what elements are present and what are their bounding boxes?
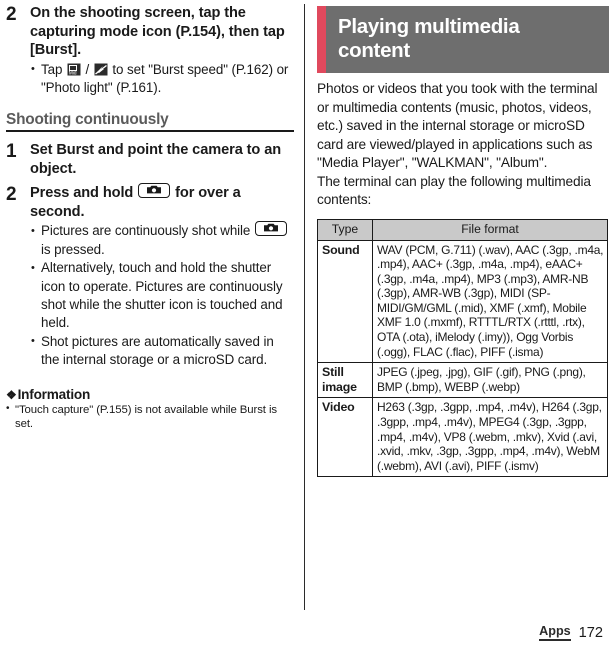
table-row: Still image JPEG (.jpeg, .jpg), GIF (.gi… xyxy=(317,362,608,399)
bullet-text-after: is pressed. xyxy=(41,241,105,257)
diamond-icon: ❖ xyxy=(6,387,17,402)
column-header-file-format: File format xyxy=(372,218,608,241)
list-item: Pictures are continuously shot while is … xyxy=(30,221,294,259)
cell-type: Sound xyxy=(317,239,373,364)
right-column: Playing multimedia content Photos or vid… xyxy=(317,6,609,478)
table-header-row: Type File format xyxy=(317,218,608,241)
bullet-text-before: Pictures are continuously shot while xyxy=(41,223,254,239)
camera-key-icon xyxy=(254,221,287,237)
cell-type: Still image xyxy=(317,362,373,399)
intro-text: Photos or videos that you took with the … xyxy=(317,80,601,210)
table-row: Video H263 (.3gp, .3gpp, .mp4, .m4v), H2… xyxy=(317,397,608,478)
information-heading: ❖Information xyxy=(6,387,294,402)
bullet-text-mid: / xyxy=(81,61,93,77)
section-heading: Shooting continuously xyxy=(6,111,294,133)
manual-page: 2 On the shooting screen, tap the captur… xyxy=(0,0,609,647)
page-footer: Apps 172 xyxy=(539,624,603,641)
column-header-type: Type xyxy=(317,218,373,241)
list-item: "Touch capture" (P.155) is not available… xyxy=(6,402,294,431)
list-item: Alternatively, touch and hold the shutte… xyxy=(30,259,294,333)
table-row: Sound WAV (PCM, G.711) (.wav), AAC (.3gp… xyxy=(317,239,608,364)
column-divider xyxy=(304,4,305,610)
cell-file-format: WAV (PCM, G.711) (.wav), AAC (.3gp, .m4a… xyxy=(372,239,608,364)
step-title: Press and hold for over a second. xyxy=(30,183,294,221)
step-number: 2 xyxy=(6,4,17,25)
step-body: Press and hold for over a second. Pictur… xyxy=(30,183,294,370)
step-bullet-list: Tap Mid / to set "Burst speed" (P.162) o… xyxy=(30,60,294,98)
left-column: 2 On the shooting screen, tap the captur… xyxy=(6,4,294,431)
step-bullet-list: Pictures are continuously shot while is … xyxy=(30,221,294,370)
chapter-banner: Playing multimedia content xyxy=(317,6,609,73)
cell-type: Video xyxy=(317,397,373,478)
step-body: On the shooting screen, tap the capturin… xyxy=(30,4,294,97)
svg-text:Mid: Mid xyxy=(69,70,77,76)
page-number: 172 xyxy=(578,625,603,641)
step-item: 2 On the shooting screen, tap the captur… xyxy=(6,4,294,97)
bullet-text-prefix: Tap xyxy=(41,61,66,77)
list-item: Tap Mid / to set "Burst speed" (P.162) o… xyxy=(30,60,294,98)
step-item: 2 Press and hold for over a second. Pict… xyxy=(6,183,294,370)
cell-file-format: H263 (.3gp, .3gpp, .mp4, .m4v), H264 (.3… xyxy=(372,397,608,478)
information-list: "Touch capture" (P.155) is not available… xyxy=(6,402,294,431)
list-item: Shot pictures are automatically saved in… xyxy=(30,332,294,370)
photo-light-off-icon xyxy=(94,63,108,76)
step-title-text-before: Press and hold xyxy=(30,185,138,202)
multimedia-format-table: Type File format Sound WAV (PCM, G.711) … xyxy=(317,218,608,478)
intro-paragraph: Photos or videos that you took with the … xyxy=(317,81,598,170)
information-heading-label: Information xyxy=(17,386,91,402)
step-body: Set Burst and point the camera to an obj… xyxy=(30,141,294,178)
step-item: 1 Set Burst and point the camera to an o… xyxy=(6,141,294,178)
intro-paragraph: The terminal can play the following mult… xyxy=(317,173,591,208)
step-title: On the shooting screen, tap the capturin… xyxy=(30,5,285,58)
page-title: Playing multimedia content xyxy=(338,15,520,62)
cell-file-format: JPEG (.jpeg, .jpg), GIF (.gif), PNG (.pn… xyxy=(372,362,608,399)
chapter-tab-apps: Apps xyxy=(539,624,571,641)
camera-key-icon xyxy=(138,183,171,199)
burst-speed-mid-icon: Mid xyxy=(67,63,81,76)
step-title: Set Burst and point the camera to an obj… xyxy=(30,142,282,177)
step-number: 1 xyxy=(6,141,17,163)
step-number: 2 xyxy=(6,184,17,206)
